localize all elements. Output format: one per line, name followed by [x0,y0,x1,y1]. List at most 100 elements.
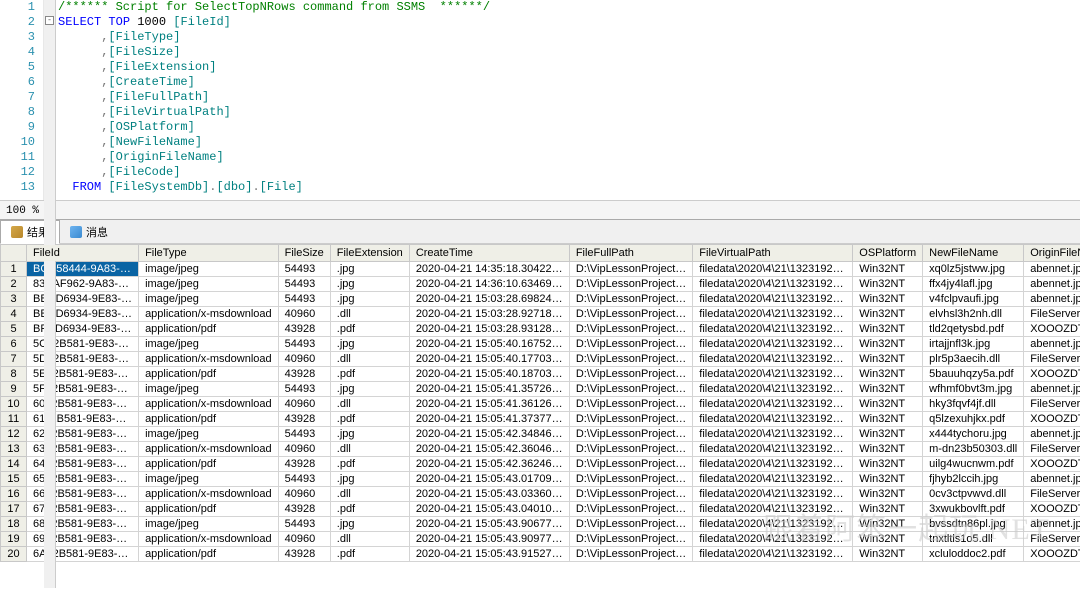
cell[interactable]: tnxtltls1o5.dll [923,532,1024,547]
cell[interactable]: abennet.jpg [1024,292,1080,307]
cell[interactable]: 40960 [278,532,330,547]
cell[interactable]: Win32NT [853,352,923,367]
cell[interactable]: application/pdf [139,367,279,382]
cell[interactable]: m-dn23b50303.dll [923,442,1024,457]
cell[interactable]: ffx4jy4lafl.jpg [923,277,1024,292]
cell[interactable]: Win32NT [853,487,923,502]
cell[interactable]: application/x-msdownload [139,397,279,412]
table-row[interactable]: 116112B581-9E83-…application/pdf43928.pd… [1,412,1080,427]
cell[interactable]: 3xwukbovlft.pdf [923,502,1024,517]
cell[interactable]: filedata\2020\4\21\132319263430336026 [693,502,853,517]
cell[interactable]: Win32NT [853,367,923,382]
cell[interactable]: .pdf [330,322,409,337]
table-row[interactable]: 5BFDD6934-9E83-…application/pdf43928.pdf… [1,322,1080,337]
cell[interactable]: D:\VipLessonProject… [569,502,692,517]
cell[interactable]: D:\VipLessonProject… [569,277,692,292]
cell[interactable]: 54493 [278,517,330,532]
cell[interactable]: D:\VipLessonProject… [569,442,692,457]
cell[interactable]: 2020-04-21 15:05:42.3604680 [409,442,569,457]
table-row[interactable]: 3BBDD6934-9E83-…image/jpeg54493.jpg2020-… [1,292,1080,307]
cell[interactable]: 43928 [278,547,330,562]
cell[interactable]: 54493 [278,337,330,352]
cell[interactable]: application/pdf [139,322,279,337]
cell[interactable]: Win32NT [853,262,923,277]
cell[interactable]: image/jpeg [139,427,279,442]
cell[interactable]: Win32NT [853,547,923,562]
cell[interactable]: 2020-04-21 15:05:43.9097778 [409,532,569,547]
cell[interactable]: abennet.jpg [1024,277,1080,292]
row-number[interactable]: 10 [1,397,27,412]
cell[interactable]: 40960 [278,487,330,502]
cell[interactable]: filedata\2020\4\21\132319263413612682 [693,412,853,427]
cell[interactable]: 2020-04-21 15:05:40.1770314 [409,352,569,367]
cell[interactable]: D:\VipLessonProject… [569,472,692,487]
cell[interactable]: 2020-04-21 15:03:28.9312875 [409,322,569,337]
row-number[interactable]: 5 [1,322,27,337]
cell[interactable]: FileServer.dll [1024,352,1080,367]
cell[interactable]: FileServer.dll [1024,532,1080,547]
cell[interactable]: .jpg [330,292,409,307]
row-number[interactable]: 12 [1,427,27,442]
cell[interactable]: image/jpeg [139,337,279,352]
table-row[interactable]: 4BEDD6934-9E83-…application/x-msdownload… [1,307,1080,322]
cell[interactable]: elvhsl3h2nh.dll [923,307,1024,322]
row-number[interactable]: 14 [1,457,27,472]
cell[interactable]: abennet.jpg [1024,262,1080,277]
cell[interactable]: abennet.jpg [1024,337,1080,352]
cell[interactable]: application/x-msdownload [139,442,279,457]
cell[interactable]: 2020-04-21 15:05:43.0170993 [409,472,569,487]
cell[interactable]: 54493 [278,472,330,487]
cell[interactable]: xq0lz5jstww.jpg [923,262,1024,277]
cell[interactable]: uilg4wucnwm.pdf [923,457,1024,472]
cell[interactable]: filedata\2020\4\21\132319245178126314 [693,262,853,277]
cell[interactable]: 43928 [278,457,330,472]
cell[interactable]: filedata\2020\4\21\132319263413537687 [693,382,853,397]
cell[interactable]: 0cv3ctpvwvd.dll [923,487,1024,502]
cell[interactable]: 40960 [278,397,330,412]
row-number[interactable]: 16 [1,487,27,502]
cell[interactable]: D:\VipLessonProject… [569,517,692,532]
cell[interactable]: D:\VipLessonProject… [569,307,692,322]
cell[interactable]: 2020-04-21 14:36:10.6346937 [409,277,569,292]
cell[interactable]: 54493 [278,292,330,307]
cell[interactable]: wfhmf0bvt3m.jpg [923,382,1024,397]
table-row[interactable]: 85E12B581-9E83-…application/pdf43928.pdf… [1,367,1080,382]
cell[interactable]: D:\VipLessonProject… [569,292,692,307]
cell[interactable]: Win32NT [853,337,923,352]
cell[interactable]: XOOOZDTC3B.pdf [1024,322,1080,337]
cell[interactable]: Win32NT [853,382,923,397]
row-number[interactable]: 15 [1,472,27,487]
cell[interactable]: 2020-04-21 15:05:43.9152789 [409,547,569,562]
cell[interactable]: D:\VipLessonProject… [569,367,692,382]
cell[interactable]: D:\VipLessonProject… [569,412,692,427]
column-header[interactable]: FileType [139,245,279,262]
table-row[interactable]: 106012B581-9E83-…application/x-msdownloa… [1,397,1080,412]
results-grid[interactable]: FileIdFileTypeFileSizeFileExtensionCreat… [0,244,1080,562]
table-row[interactable]: 95F12B581-9E83-…image/jpeg54493.jpg2020-… [1,382,1080,397]
cell[interactable]: 40960 [278,307,330,322]
cell[interactable]: D:\VipLessonProject… [569,322,692,337]
cell[interactable]: abennet.jpg [1024,517,1080,532]
cell[interactable]: FileServer.dll [1024,307,1080,322]
cell[interactable]: hky3fqvf4jf.dll [923,397,1024,412]
cell[interactable]: 2020-04-21 15:05:43.9067772 [409,517,569,532]
cell[interactable]: D:\VipLessonProject… [569,337,692,352]
cell[interactable]: 2020-04-21 15:05:42.3624684 [409,457,569,472]
cell[interactable]: application/pdf [139,547,279,562]
cell[interactable]: filedata\2020\4\21\132319263401770314 [693,367,853,382]
cell[interactable]: application/x-msdownload [139,487,279,502]
cell[interactable]: D:\VipLessonProject… [569,397,692,412]
column-header[interactable]: FileVirtualPath [693,245,853,262]
cell[interactable]: 43928 [278,367,330,382]
cell[interactable]: FileServer.dll [1024,397,1080,412]
cell[interactable]: .dll [330,532,409,547]
row-number[interactable]: 6 [1,337,27,352]
row-number[interactable]: 18 [1,517,27,532]
cell[interactable]: 54493 [278,382,330,397]
cell[interactable]: .jpg [330,472,409,487]
row-number[interactable]: 17 [1,502,27,517]
cell[interactable]: .pdf [330,412,409,427]
cell[interactable]: filedata\2020\4\21\132319263423489657 [693,442,853,457]
cell[interactable]: 2020-04-21 15:05:43.0336026 [409,487,569,502]
cell[interactable]: 2020-04-21 15:05:43.0401039 [409,502,569,517]
